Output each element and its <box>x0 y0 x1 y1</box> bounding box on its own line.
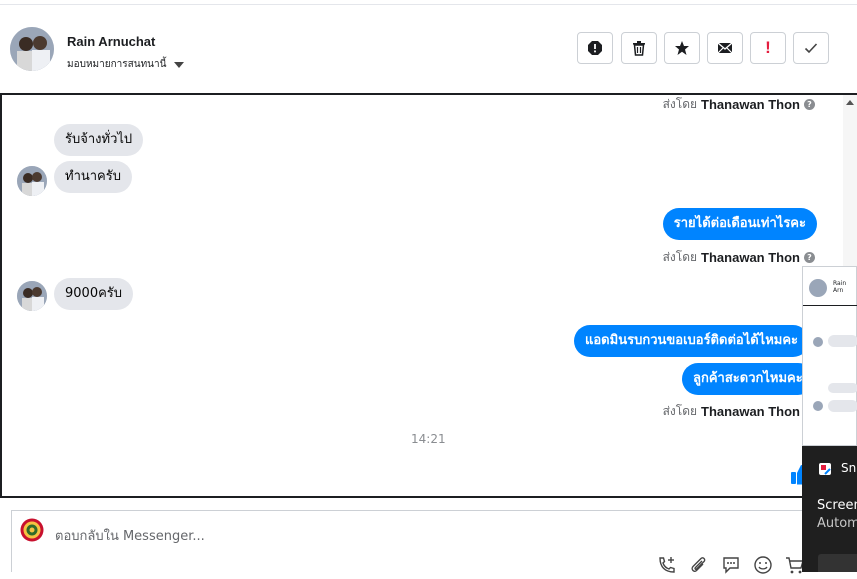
sent-by-label: ส่งโดย Thanawan Thon ? <box>663 402 815 421</box>
help-icon[interactable]: ? <box>804 99 815 110</box>
star-button[interactable] <box>664 32 700 64</box>
screenshot-preview-thumbnail[interactable]: Rain Arn <box>802 266 857 446</box>
sent-by-prefix: ส่งโดย <box>662 250 698 264</box>
help-icon[interactable]: ? <box>804 252 815 263</box>
important-button[interactable]: ! <box>750 32 786 64</box>
sent-by-name[interactable]: Thanawan Thon <box>701 250 800 265</box>
preview-bubble <box>828 335 857 347</box>
preview-avatar <box>809 279 827 297</box>
reply-composer: ตอบกลับใน Messenger... <box>11 510 857 575</box>
snipping-tool-icon <box>818 461 832 475</box>
snipping-tool-title: Sni <box>841 461 857 475</box>
preview-bubble <box>828 383 857 393</box>
phone-plus-icon[interactable] <box>657 555 677 575</box>
scroll-up-arrow-icon[interactable] <box>846 100 854 105</box>
sent-by-prefix: ส่งโดย <box>662 97 698 111</box>
notification-action-button[interactable] <box>818 554 857 572</box>
reply-input[interactable]: ตอบกลับใน Messenger... <box>55 525 205 546</box>
star-icon <box>675 41 689 55</box>
sent-by-label: ส่งโดย Thanawan Thon ? <box>663 248 815 267</box>
outgoing-message[interactable]: ลูกค้าสะดวกไหมคะ <box>682 363 814 395</box>
contact-avatar-small <box>17 166 47 196</box>
message-thread[interactable]: ส่งโดย Thanawan Thon ? รับจ้างทั่วไป ทำน… <box>0 93 857 498</box>
preview-avatar <box>813 337 823 347</box>
incoming-message[interactable]: ทำนาครับ <box>54 161 132 193</box>
emoji-icon[interactable] <box>753 555 773 575</box>
preview-name: Rain Arn <box>833 280 847 294</box>
contact-avatar-small <box>17 281 47 311</box>
caret-down-icon <box>174 61 185 68</box>
preview-avatar <box>813 401 823 411</box>
sent-by-prefix: ส่งโดย <box>662 404 698 418</box>
exclamation-icon: ! <box>765 38 771 57</box>
trash-icon <box>633 41 645 56</box>
outgoing-message[interactable]: แอดมินรบกวนขอเบอร์ติดต่อได้ไหมคะ <box>574 325 810 357</box>
sent-by-label: ส่งโดย Thanawan Thon ? <box>663 95 815 114</box>
page-logo <box>20 518 44 542</box>
mark-unread-button[interactable] <box>707 32 743 64</box>
envelope-icon <box>717 42 733 54</box>
incoming-message[interactable]: รับจ้างทั่วไป <box>54 124 144 156</box>
message-timestamp: 14:21 <box>411 432 446 446</box>
chat-bubble-icon[interactable] <box>721 555 741 575</box>
snipping-tool-overlay[interactable]: Rain Arn Sni Screen Autom <box>802 266 857 572</box>
paperclip-icon[interactable] <box>689 555 709 575</box>
alert-octagon-icon <box>588 41 602 55</box>
sent-by-name[interactable]: Thanawan Thon <box>701 97 800 112</box>
notification-body: Autom <box>817 516 857 531</box>
spam-report-button[interactable] <box>577 32 613 64</box>
check-icon <box>804 43 818 54</box>
sent-by-name[interactable]: Thanawan Thon <box>701 404 800 419</box>
contact-avatar[interactable] <box>10 27 54 71</box>
conversation-header: Rain Arnuchat มอบหมายการสนทนานี้ ! <box>0 5 857 93</box>
done-button[interactable] <box>793 32 829 64</box>
preview-bubble <box>828 400 857 412</box>
preview-divider <box>803 305 857 306</box>
notification-heading: Screen <box>817 498 857 513</box>
incoming-message[interactable]: 9000ครับ <box>54 278 134 310</box>
snipping-tool-notification[interactable]: Sni Screen Autom <box>802 446 857 572</box>
assign-conversation-dropdown[interactable]: มอบหมายการสนทนานี้ <box>67 57 185 72</box>
outgoing-message[interactable]: รายได้ต่อเดือนเท่าไรคะ <box>662 208 817 240</box>
delete-button[interactable] <box>621 32 657 64</box>
assign-label: มอบหมายการสนทนานี้ <box>67 59 167 70</box>
contact-name[interactable]: Rain Arnuchat <box>67 34 155 49</box>
